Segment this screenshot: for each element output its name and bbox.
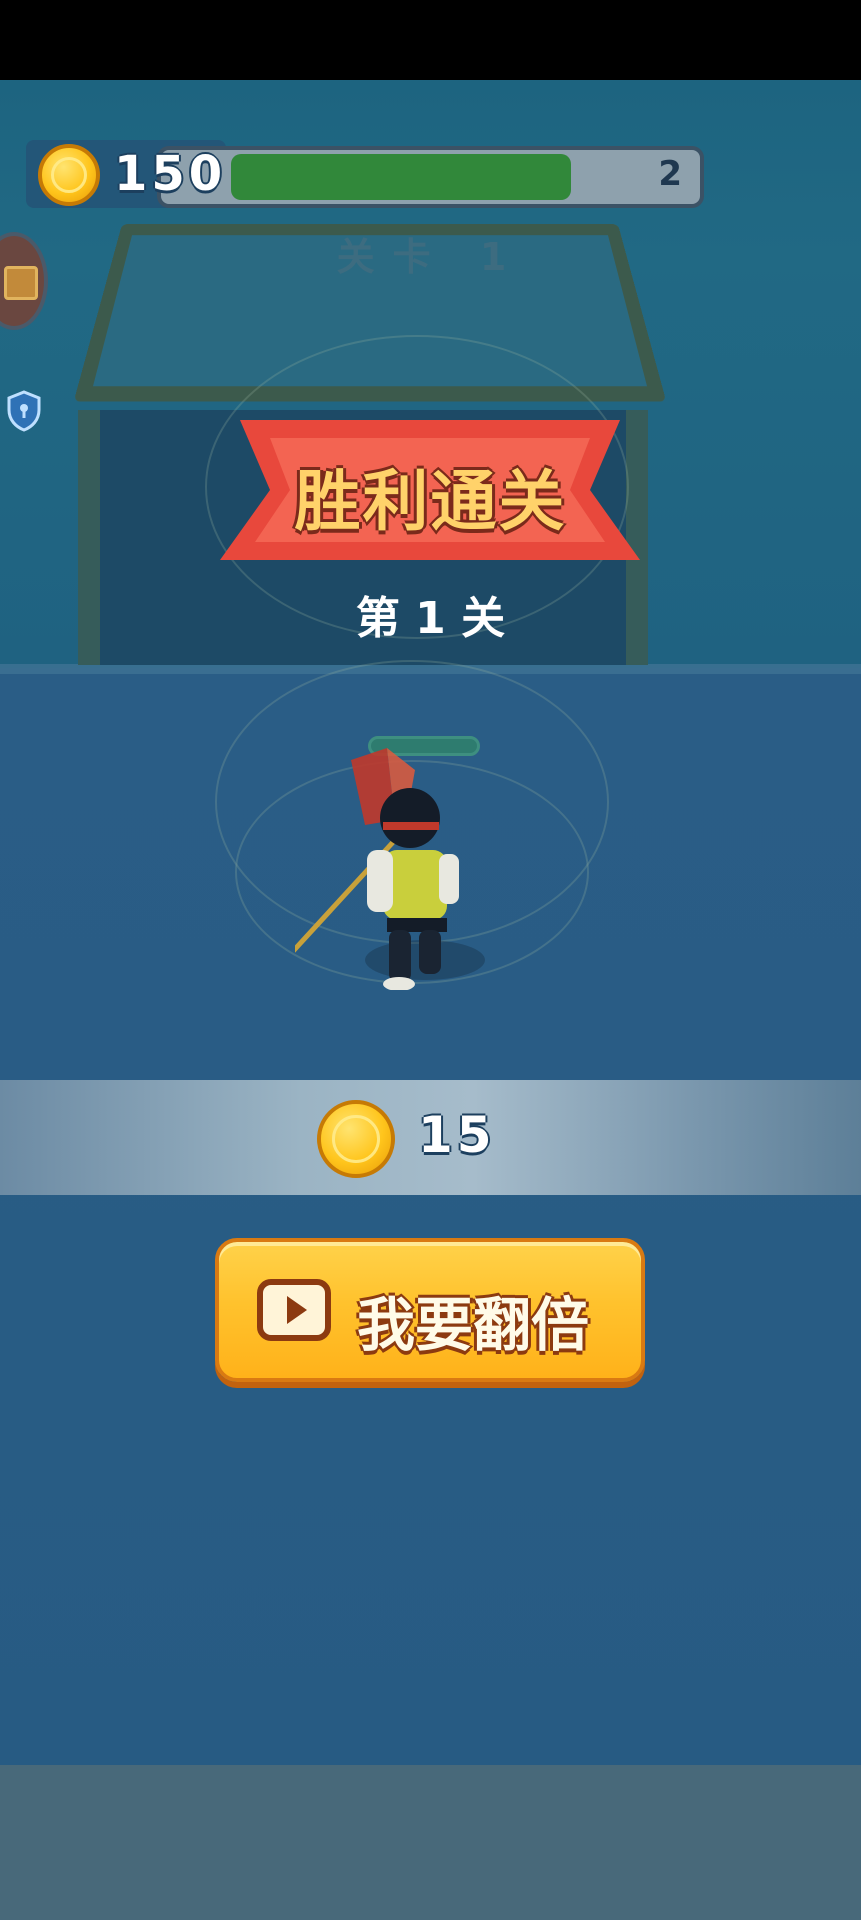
coin-icon [38, 144, 100, 206]
level-label: 关卡 1 [336, 235, 525, 279]
reward-coin-amount: 15 [418, 1106, 496, 1164]
level-progress-bar: 2 [157, 146, 704, 208]
completed-level-text: 第 1 关 [355, 593, 506, 644]
game-screen: 2 150 关卡 1 胜利通关 第 1 关 15 我要翻倍 [0, 0, 861, 1920]
treasure-chest-icon [4, 266, 38, 300]
video-play-icon [257, 1279, 331, 1341]
double-reward-button[interactable]: 我要翻倍 [215, 1238, 645, 1382]
next-level-number: 2 [658, 154, 682, 194]
coin-total: 150 [114, 146, 227, 202]
bottom-band [0, 1765, 861, 1920]
double-reward-label: 我要翻倍 [357, 1291, 590, 1359]
status-bar [0, 0, 861, 80]
reward-coin-icon [317, 1100, 395, 1178]
play-triangle [287, 1296, 307, 1324]
victory-title: 胜利通关 [294, 463, 567, 540]
level-progress-fill [231, 154, 571, 200]
shield-icon[interactable] [6, 390, 42, 432]
player-character [295, 748, 459, 990]
